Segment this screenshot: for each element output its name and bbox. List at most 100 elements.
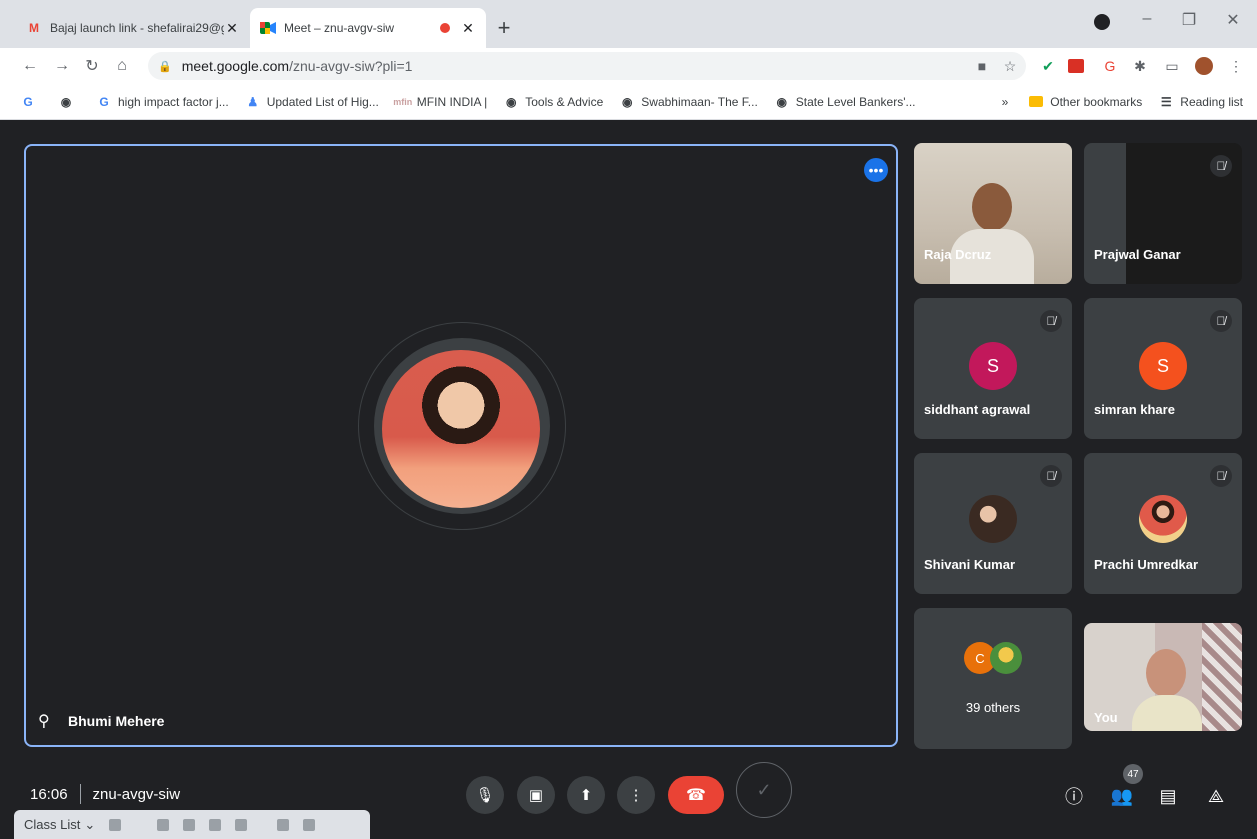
- browser-toolbar: ← → ↻ ⌂ 🔒 meet.google.com/znu-avgv-siw?p…: [0, 48, 1257, 84]
- participant-tile[interactable]: 🎙̸ S siddhant agrawal: [914, 298, 1072, 439]
- class-list-label: Class List: [24, 817, 81, 832]
- class-list-toolbar[interactable]: Class List ⌄: [14, 810, 370, 839]
- microphone-button[interactable]: 🎙: [466, 776, 504, 814]
- forward-icon[interactable]: →: [50, 54, 74, 78]
- participant-tile[interactable]: 🎙̸ Prachi Umredkar: [1084, 453, 1242, 594]
- more-options-icon[interactable]: •••: [864, 158, 888, 182]
- bookmarks-overflow[interactable]: »: [1002, 95, 1009, 109]
- others-tile[interactable]: C 39 others: [914, 608, 1072, 749]
- leave-call-button[interactable]: ☎: [668, 776, 724, 814]
- reading-list-label: Reading list: [1180, 94, 1243, 109]
- participant-tile[interactable]: 🎙̸ Shivani Kumar: [914, 453, 1072, 594]
- globe-icon: ◉: [776, 94, 788, 109]
- camera-in-use-icon[interactable]: ■: [972, 56, 992, 76]
- participant-name: Shivani Kumar: [924, 557, 1016, 572]
- bookmark-label: Updated List of Hig...: [266, 94, 379, 109]
- avatar: S: [1139, 342, 1187, 390]
- reading-list-icon: ☰: [1160, 94, 1172, 109]
- people-icon[interactable]: 👥: [1110, 784, 1134, 808]
- mic-muted-icon: 🎙̸: [1040, 465, 1062, 487]
- participants-count-badge: 47: [1123, 764, 1143, 784]
- self-tile[interactable]: You: [1084, 623, 1242, 731]
- chevron-down-icon[interactable]: ⌄: [84, 817, 95, 833]
- home-icon[interactable]: ⌂: [110, 54, 134, 78]
- camera-icon: ▣: [528, 787, 544, 804]
- globe-icon: ◉: [60, 94, 72, 109]
- hangup-icon: ☎: [686, 787, 706, 804]
- new-tab-button[interactable]: +: [490, 14, 518, 42]
- pin-icon[interactable]: ⚲: [38, 711, 50, 731]
- reload-icon[interactable]: ↻: [80, 54, 104, 78]
- settings-icon[interactable]: [277, 818, 290, 831]
- url-host: meet.google.com: [181, 58, 290, 74]
- profile-icon[interactable]: [1094, 14, 1110, 30]
- gmail-icon: M: [29, 21, 39, 35]
- kebab-menu-icon[interactable]: ⋮: [1226, 56, 1246, 76]
- more-options-button[interactable]: ⋮: [617, 776, 655, 814]
- mic-muted-icon: 🎙̸: [1210, 465, 1232, 487]
- minimize-icon[interactable]: –: [1132, 10, 1162, 28]
- participant-name: Prajwal Ganar: [1094, 247, 1181, 262]
- avatar: [969, 495, 1017, 543]
- bookmark-item[interactable]: ◉ Tools & Advice: [503, 94, 603, 110]
- participant-name: simran khare: [1094, 402, 1175, 417]
- other-bookmarks[interactable]: Other bookmarks: [1028, 94, 1142, 110]
- mic-muted-icon: 🎙̸: [1210, 310, 1232, 332]
- toolbar-tool-icon[interactable]: [109, 818, 122, 831]
- participant-tile[interactable]: 🎙̸ Prajwal Ganar: [1084, 143, 1242, 284]
- toolbar-tool-icon[interactable]: [157, 818, 170, 831]
- stage-participant-name: Bhumi Mehere: [68, 713, 165, 729]
- globe-icon: ◉: [505, 94, 517, 109]
- bookmark-item[interactable]: mfin MFIN INDIA |: [393, 94, 488, 110]
- toolbar-tool-icon[interactable]: [183, 818, 196, 831]
- extensions-puzzle-icon[interactable]: ✱: [1130, 56, 1150, 76]
- camera-button[interactable]: ▣: [517, 776, 555, 814]
- pin-icon[interactable]: [303, 818, 316, 831]
- recording-icon: [440, 23, 450, 33]
- bookmarks-bar: G ◉ Ghigh impact factor j... ♟ Updated Li…: [0, 84, 1257, 120]
- address-bar[interactable]: 🔒 meet.google.com/znu-avgv-siw?pli=1: [148, 52, 1026, 80]
- bookmark-item[interactable]: ◉ State Level Bankers'...: [774, 94, 916, 110]
- toolbar-tool-icon[interactable]: [235, 818, 248, 831]
- close-icon[interactable]: ✕: [460, 20, 476, 37]
- bookmark-item[interactable]: ◉ Swabhimaan- The F...: [619, 94, 758, 110]
- grammar-extension-icon[interactable]: G: [1100, 56, 1120, 76]
- meeting-details-icon[interactable]: ⓘ: [1062, 784, 1086, 808]
- chat-icon[interactable]: ▤: [1156, 784, 1180, 808]
- avatar: [990, 642, 1022, 674]
- checkmark-extension-icon[interactable]: ✔: [1038, 56, 1058, 76]
- bookmark-label: MFIN INDIA |: [416, 94, 488, 109]
- tab-meet[interactable]: Meet – znu-avgv-siw ✕: [250, 8, 486, 48]
- mic-muted-icon: 🎙̸: [1210, 155, 1232, 177]
- self-label: You: [1094, 710, 1118, 725]
- bookmark-label: Tools & Advice: [525, 94, 604, 109]
- close-icon[interactable]: ✕: [224, 20, 240, 37]
- others-count-label: 39 others: [965, 700, 1021, 715]
- participant-name: Prachi Umredkar: [1094, 557, 1199, 572]
- cast-icon[interactable]: ▭: [1162, 56, 1182, 76]
- bookmark-item[interactable]: ♟ Updated List of Hig...: [245, 94, 379, 110]
- bookmark-globe[interactable]: ◉: [58, 94, 80, 110]
- meeting-info: 16:06 znu-avgv-siw: [30, 784, 180, 804]
- close-window-icon[interactable]: ✕: [1218, 10, 1248, 30]
- main-stage[interactable]: ••• ⚲ Bhumi Mehere: [24, 144, 898, 747]
- bookmark-star-icon[interactable]: ☆: [1000, 56, 1020, 76]
- toolbar-tool-icon[interactable]: [209, 818, 222, 831]
- present-icon: ⬆: [579, 787, 593, 804]
- activities-icon[interactable]: ⟁: [1204, 784, 1228, 808]
- microphone-icon: 🎙: [475, 787, 495, 804]
- pdf-extension-icon[interactable]: [1066, 56, 1086, 76]
- back-icon[interactable]: ←: [18, 54, 42, 78]
- reading-list[interactable]: ☰ Reading list: [1158, 94, 1243, 110]
- other-bookmarks-label: Other bookmarks: [1050, 94, 1143, 109]
- bookmark-google[interactable]: G: [20, 94, 42, 110]
- participant-tile[interactable]: Raja Dcruz: [914, 143, 1072, 284]
- tab-title: Bajaj launch link - shefalirai29@g: [50, 21, 224, 35]
- present-button[interactable]: ⬆: [567, 776, 605, 814]
- restore-icon[interactable]: ❐: [1174, 10, 1204, 30]
- participant-tile[interactable]: 🎙̸ S simran khare: [1084, 298, 1242, 439]
- bookmark-item[interactable]: Ghigh impact factor j...: [96, 94, 228, 110]
- person-icon: ♟: [247, 94, 259, 109]
- avatar[interactable]: [1194, 56, 1214, 76]
- tab-gmail[interactable]: M Bajaj launch link - shefalirai29@g ✕: [16, 8, 250, 48]
